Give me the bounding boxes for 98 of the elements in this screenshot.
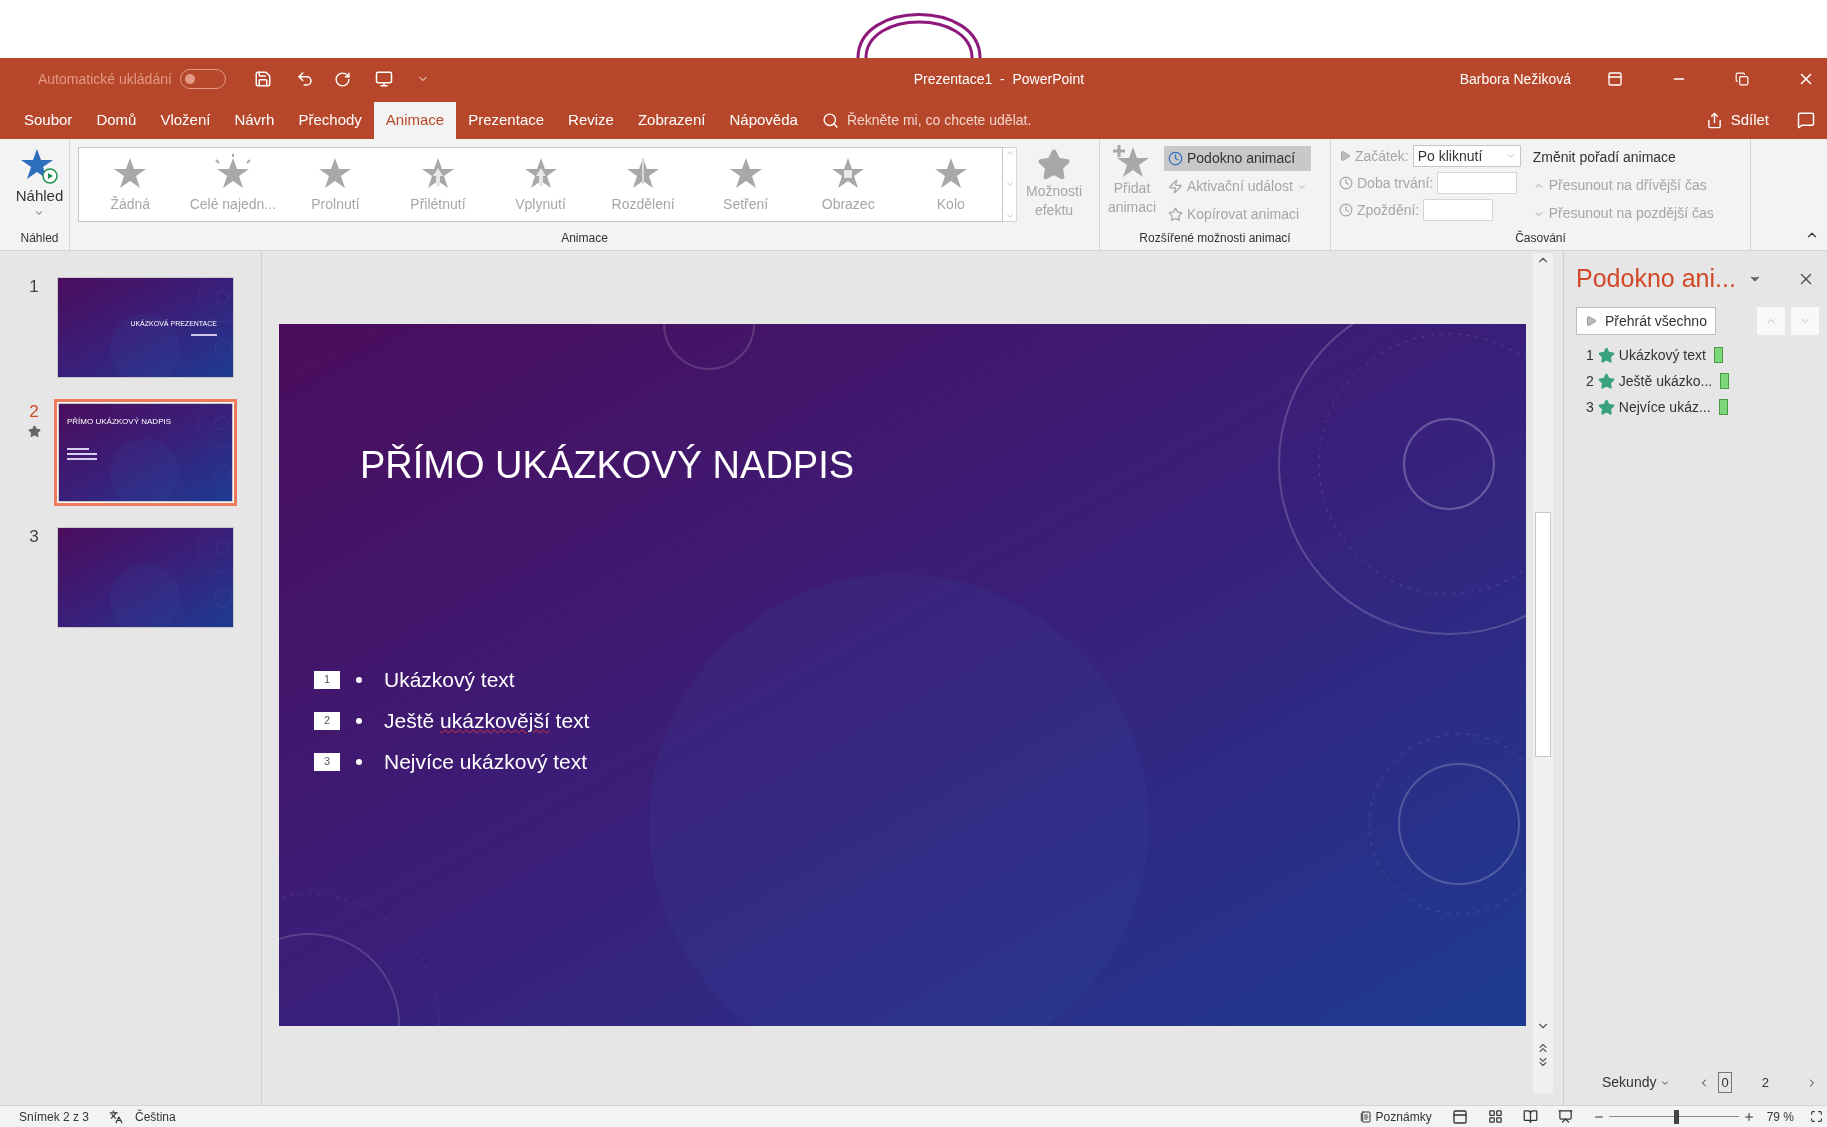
- zoom-in-icon[interactable]: [1742, 1110, 1755, 1123]
- group-label: Rozšířené možnosti animací: [1138, 230, 1292, 247]
- play-icon: [1585, 315, 1597, 327]
- animation-list-item[interactable]: Nejvíce ukáz...: [1618, 396, 1711, 418]
- group-label: Časování: [1514, 229, 1567, 247]
- bullet-text: Ještě ukázkovější text: [384, 707, 590, 734]
- play-all-button[interactable]: Přehrát všechno: [1576, 307, 1716, 335]
- fit-slide-icon[interactable]: [1810, 1110, 1823, 1123]
- subtitle-line: [191, 333, 217, 336]
- bullet-text: Ukázkový text: [384, 666, 515, 693]
- group-label: Animace: [560, 230, 609, 247]
- play-icon: [1339, 150, 1351, 162]
- slide-title: PŘÍMO UKÁZKOVÝ NADPIS: [360, 443, 856, 488]
- autosave-label: Automatické ukládání: [38, 69, 172, 89]
- animation-list-item[interactable]: Ještě ukázko...: [1618, 370, 1713, 392]
- timeline-label: 0: [1718, 1071, 1732, 1094]
- ribbon-tab[interactable]: Soubor: [12, 102, 85, 139]
- bullet-line: [67, 448, 89, 450]
- ribbon-tab[interactable]: Revize: [556, 102, 626, 139]
- reorder-title: Změnit pořadí animace: [1532, 148, 1677, 167]
- zoom-thumb[interactable]: [1673, 1109, 1679, 1124]
- gallery-scrollbar[interactable]: [1003, 146, 1017, 222]
- previous-slide-icon[interactable]: [1536, 1041, 1550, 1055]
- star-icon: [1168, 207, 1183, 222]
- window-title: Prezentace1 - PowerPoint: [913, 69, 1085, 89]
- normal-view-icon[interactable]: [1451, 1108, 1468, 1125]
- scroll-down-icon: [1004, 179, 1015, 189]
- timing-bar: [1713, 347, 1723, 363]
- ribbon-tab[interactable]: Animace: [373, 102, 457, 139]
- group-label: Náhled: [20, 230, 59, 247]
- ribbon-tab[interactable]: Přechody: [286, 102, 374, 139]
- bullet-text: Nejvíce ukázkový text: [384, 748, 588, 775]
- star-icon: [1037, 148, 1071, 182]
- save-icon[interactable]: [253, 70, 272, 88]
- notes-icon: [1359, 1110, 1372, 1123]
- lightning-icon: [1168, 179, 1183, 194]
- scroll-thumb[interactable]: [1535, 512, 1551, 757]
- timing-bar: [1718, 399, 1728, 415]
- undo-icon[interactable]: [295, 70, 314, 88]
- search-icon: [821, 112, 839, 129]
- animation-number: 3: [1586, 397, 1594, 417]
- slide-sorter-icon[interactable]: [1487, 1109, 1503, 1124]
- star-icon: [1597, 398, 1615, 416]
- preview-button[interactable]: Náhled: [15, 139, 64, 229]
- caret-icon: [1505, 151, 1516, 161]
- share-icon: [1705, 112, 1723, 129]
- clock-icon: [1339, 203, 1353, 217]
- star-icon: [1597, 372, 1615, 390]
- zoom-percent[interactable]: 79 %: [1766, 1107, 1794, 1126]
- star-icon: [1597, 346, 1615, 364]
- ribbon-tab[interactable]: Zobrazení: [625, 102, 718, 139]
- start-dropdown[interactable]: Po kliknutí: [1412, 145, 1521, 167]
- clock-icon: [1168, 151, 1183, 166]
- animation-list-item[interactable]: Ukázkový text: [1618, 344, 1706, 366]
- slide-number: 2: [29, 401, 39, 423]
- ribbon-tab[interactable]: Návrh: [222, 102, 287, 139]
- search-field[interactable]: Řekněte mi, co chcete udělat.: [846, 110, 1147, 131]
- animation-number: 1: [1586, 345, 1594, 365]
- units-dropdown[interactable]: Sekundy: [1602, 1072, 1671, 1093]
- ribbon-tab[interactable]: Vložení: [148, 102, 223, 139]
- animation-number: 2: [1586, 371, 1594, 391]
- slide-counter: Snímek 2 z 3: [19, 1108, 90, 1126]
- timeline-label: 2: [1761, 1073, 1769, 1092]
- notes-button[interactable]: Poznámky: [1359, 1107, 1432, 1126]
- duration-label: Doba trvání:: [1357, 173, 1434, 193]
- pane-title: Podokno ani...: [1576, 263, 1736, 295]
- duration-field[interactable]: [1437, 172, 1518, 194]
- restore-icon[interactable]: [1735, 72, 1749, 86]
- slide-number: 1: [29, 276, 39, 298]
- slide-number: 3: [29, 526, 39, 548]
- star-play-icon: [19, 147, 60, 185]
- ribbon-display-icon[interactable]: [1607, 71, 1623, 87]
- presentation-icon[interactable]: [374, 70, 393, 88]
- ribbon-tab[interactable]: Domů: [84, 102, 149, 139]
- reading-view-icon[interactable]: [1522, 1109, 1538, 1124]
- spelling-icon[interactable]: [109, 1109, 124, 1124]
- start-label: Začátek:: [1355, 146, 1409, 166]
- delay-field[interactable]: [1423, 199, 1494, 221]
- advanced-animation-option[interactable]: Podokno animací: [1164, 146, 1311, 171]
- slide-thumbnail[interactable]: PŘÍMO UKÁZKOVÝ NADPIS: [54, 399, 237, 506]
- share-button[interactable]: Sdílet: [1705, 102, 1769, 139]
- slideshow-icon[interactable]: [1557, 1109, 1573, 1124]
- thumbnail-title: PŘÍMO UKÁZKOVÝ NADPIS: [67, 416, 173, 428]
- repeat-icon[interactable]: [333, 70, 351, 88]
- language-label[interactable]: Čeština: [135, 1107, 176, 1126]
- clock-icon: [1339, 176, 1353, 190]
- comments-icon[interactable]: [1797, 111, 1815, 129]
- bullet-line: [67, 458, 97, 460]
- zoom-slider[interactable]: [1608, 1109, 1739, 1124]
- bullet-line: [67, 453, 97, 455]
- ribbon-tab[interactable]: Prezentace: [456, 102, 557, 139]
- delay-label: Zpoždění:: [1357, 200, 1420, 220]
- timing-bar: [1720, 373, 1730, 389]
- user-name: Barbora Nežiková: [1459, 69, 1571, 89]
- ribbon-tab[interactable]: Nápověda: [717, 102, 810, 139]
- star-plus-icon: [1113, 143, 1151, 179]
- next-slide-icon[interactable]: [1536, 1055, 1550, 1069]
- vertical-scrollbar[interactable]: [1533, 253, 1553, 1093]
